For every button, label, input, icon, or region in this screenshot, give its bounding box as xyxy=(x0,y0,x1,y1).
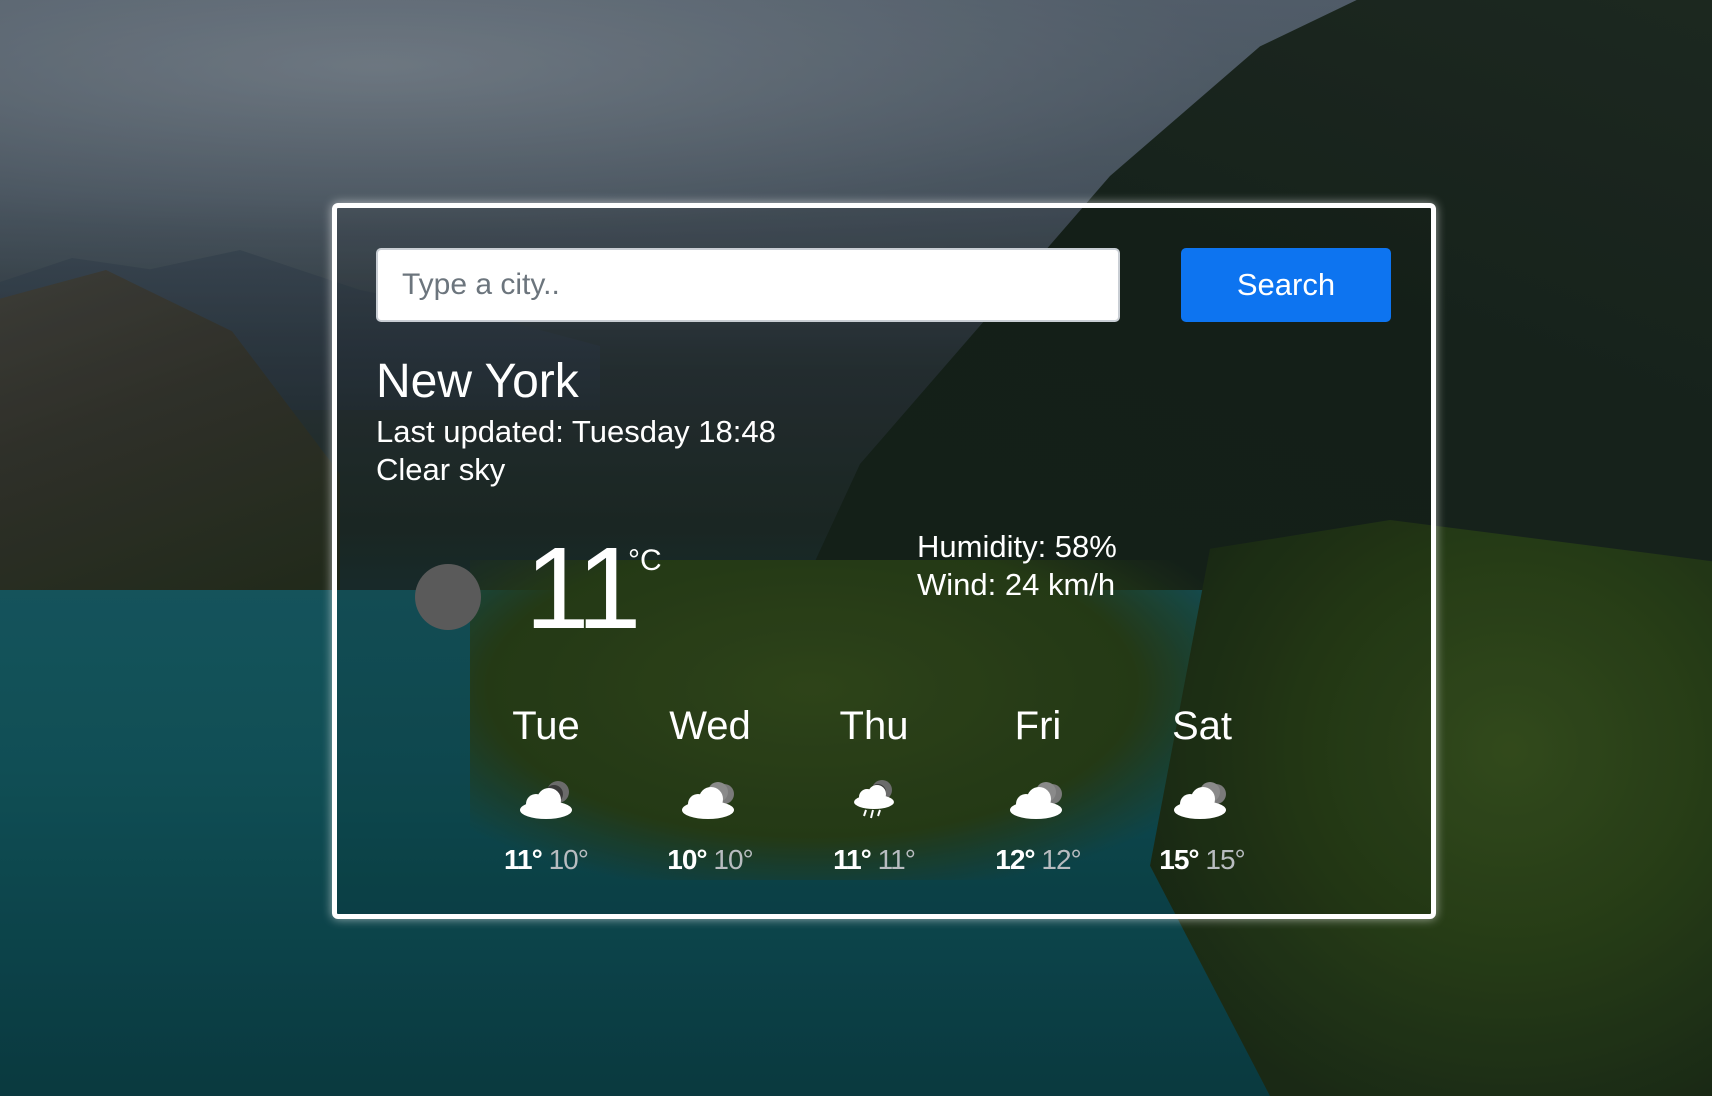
forecast-day-name: Tue xyxy=(512,704,580,748)
forecast-max-temp: 11° xyxy=(504,844,543,875)
cloudy-night-icon xyxy=(1174,782,1226,819)
forecast-min-temp: 10° xyxy=(713,844,753,875)
forecast-day-name: Fri xyxy=(1014,704,1062,748)
forecast-min-temp: 12° xyxy=(1041,844,1081,875)
forecast-temps: 10° 10° xyxy=(628,844,792,876)
weather-card: Search New York Last updated: Tuesday 18… xyxy=(332,203,1436,919)
forecast-day: Sat 15° 15° xyxy=(1120,706,1284,876)
forecast-day-name: Sat xyxy=(1171,704,1233,748)
forecast-max-temp: 10° xyxy=(667,844,707,875)
forecast-day-name: Wed xyxy=(669,704,751,748)
forecast-day: Thu 11° 11° xyxy=(792,706,956,876)
forecast-day: Tue 11° 10° xyxy=(464,706,628,876)
moon-icon xyxy=(415,564,481,630)
forecast-temps: 11° 10° xyxy=(464,844,628,876)
forecast-temps: 12° 12° xyxy=(956,844,1120,876)
temperature-unit[interactable]: °C xyxy=(628,544,662,578)
forecast-temps: 11° 11° xyxy=(792,844,956,876)
forecast-min-temp: 15° xyxy=(1205,844,1245,875)
last-updated: Last updated: Tuesday 18:48 xyxy=(376,414,776,449)
current-temperature: 11 xyxy=(525,523,641,653)
search-button[interactable]: Search xyxy=(1181,248,1391,322)
city-name: New York xyxy=(376,355,579,408)
cloudy-night-icon xyxy=(682,782,734,819)
humidity-value: Humidity: 58% xyxy=(917,529,1117,564)
forecast-row: Tue 11° 10° Wed 10° 10° Thu 11° 11° Fri … xyxy=(464,706,1284,896)
forecast-min-temp: 10° xyxy=(548,844,589,875)
forecast-max-temp: 15° xyxy=(1159,844,1199,875)
rain-night-icon xyxy=(854,780,894,819)
forecast-temps: 15° 15° xyxy=(1120,844,1284,876)
wind-value: Wind: 24 km/h xyxy=(917,567,1116,602)
weather-condition: Clear sky xyxy=(376,452,506,487)
forecast-max-temp: 12° xyxy=(995,844,1035,875)
forecast-min-temp: 11° xyxy=(877,844,916,875)
cloudy-night-icon xyxy=(1010,782,1062,819)
forecast-day: Wed 10° 10° xyxy=(628,706,792,876)
forecast-day: Fri 12° 12° xyxy=(956,706,1120,876)
page-background: Search New York Last updated: Tuesday 18… xyxy=(0,0,1712,1096)
city-search-input[interactable] xyxy=(376,248,1120,322)
forecast-day-name: Thu xyxy=(839,704,909,748)
cloudy-night-icon xyxy=(520,781,572,819)
forecast-max-temp: 11° xyxy=(833,844,872,875)
